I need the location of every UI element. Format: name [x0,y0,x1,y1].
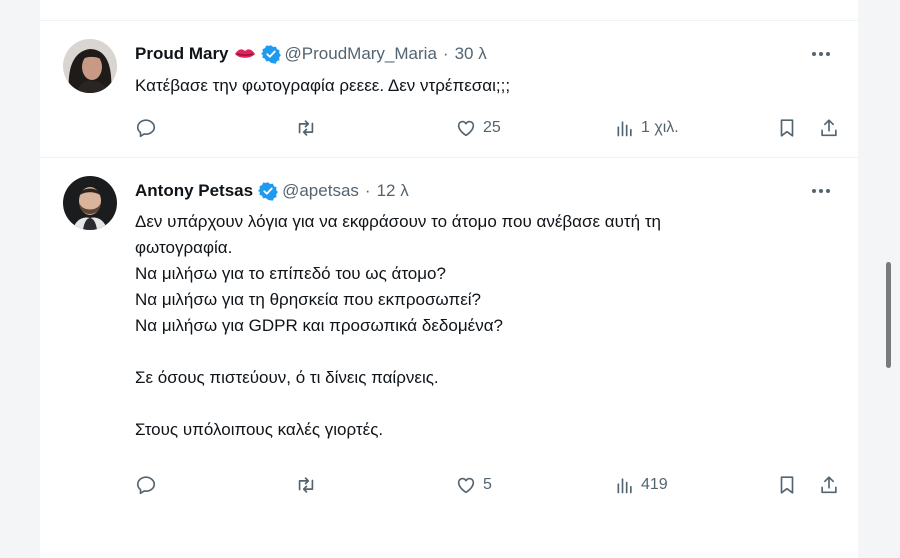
verified-badge-icon [260,44,281,64]
share-icon [818,117,840,139]
tweet-header: Antony Petsas @apetsas · 12 λ [135,179,409,203]
reply-icon [135,474,157,496]
bookmark-button[interactable] [776,116,798,140]
share-icon [818,474,840,496]
timestamp[interactable]: 12 λ [377,181,409,201]
avatar[interactable] [63,176,117,230]
action-bar: 5 419 [135,473,837,497]
reply-icon [135,117,157,139]
author-name[interactable]: Antony Petsas [135,181,253,201]
separator-dot: · [442,44,449,63]
tweet-text-line: Να μιλήσω για το επίπεδό του ως άτομο? [135,264,446,283]
lips-emoji-icon [234,47,256,61]
heart-icon [455,474,477,496]
like-button[interactable]: 5 [455,473,492,497]
timestamp[interactable]: 30 λ [455,44,487,64]
bookmark-button[interactable] [776,473,798,497]
views-count: 1 χιλ. [641,119,679,136]
tweet-proud-mary[interactable]: Proud Mary @ProudMary_Maria · 30 λ Κατέβ… [40,21,858,157]
views-count: 419 [641,476,668,493]
tweet-text-line: Κατέβασε την φωτογραφία ρεεεε. Δεν ντρέπ… [135,76,511,95]
views-button[interactable]: 1 χιλ. [615,116,679,140]
tweet-text-line: Δεν υπάρχουν λόγια για να εκφράσουν το ά… [135,212,661,231]
tweet-header: Proud Mary @ProudMary_Maria · 30 λ [135,42,487,66]
more-options-icon[interactable] [806,42,836,66]
views-icon [615,118,635,138]
action-bar: 25 1 χιλ. [135,116,837,140]
reply-button[interactable] [135,116,157,140]
views-button[interactable]: 419 [615,473,668,497]
avatar[interactable] [63,39,117,93]
bookmark-icon [776,474,798,496]
author-handle[interactable]: @apetsas [282,181,359,201]
retweet-button[interactable] [295,116,317,140]
author-handle[interactable]: @ProudMary_Maria [285,44,437,64]
verified-badge-icon [258,181,279,201]
tweet-text-line: φωτογραφία. [135,238,233,257]
scrollbar-thumb[interactable] [886,262,891,368]
like-count: 5 [483,476,492,493]
heart-icon [455,117,477,139]
like-count: 25 [483,119,501,136]
reply-button[interactable] [135,473,157,497]
retweet-icon [295,474,317,496]
tweet-text-line: Σε όσους πιστεύουν, ό τι δίνεις παίρνεις… [135,368,439,387]
tweet-text-line: Να μιλήσω για GDPR και προσωπικά δεδομέν… [135,316,503,335]
tweet-antony-petsas[interactable]: Antony Petsas @apetsas · 12 λ Δεν υπάρχο… [40,158,858,518]
more-options-icon[interactable] [806,179,836,203]
tweet-text-line: Στους υπόλοιπους καλές γιορτές. [135,420,384,439]
like-button[interactable]: 25 [455,116,501,140]
tweet-text-line: Να μιλήσω για τη θρησκεία που εκπροσωπεί… [135,290,482,309]
separator-dot: · [364,181,371,200]
views-icon [615,475,635,495]
share-button[interactable] [818,116,840,140]
retweet-button[interactable] [295,473,317,497]
tweet-text: Δεν υπάρχουν λόγια για να εκφράσουν το ά… [135,209,825,443]
tweet-text: Κατέβασε την φωτογραφία ρεεεε. Δεν ντρέπ… [135,73,825,99]
bookmark-icon [776,117,798,139]
share-button[interactable] [818,473,840,497]
author-name[interactable]: Proud Mary [135,44,229,64]
retweet-icon [295,117,317,139]
